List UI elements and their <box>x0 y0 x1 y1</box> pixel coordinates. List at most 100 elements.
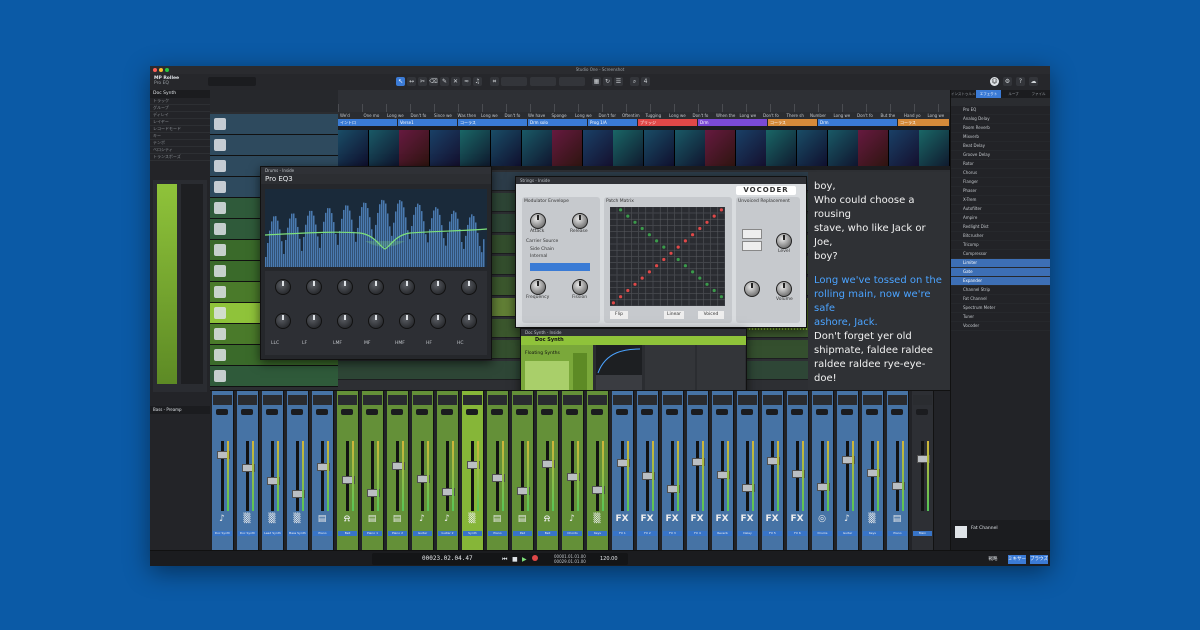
matrix-cell[interactable] <box>710 281 718 288</box>
matrix-cell[interactable] <box>717 237 726 245</box>
matrix-cell[interactable] <box>616 244 625 251</box>
channel-pan[interactable] <box>516 409 528 415</box>
matrix-cell[interactable] <box>681 212 690 220</box>
matrix-cell[interactable] <box>710 225 718 232</box>
inspector-row[interactable]: トラック <box>150 98 210 105</box>
matrix-cell[interactable] <box>667 281 675 288</box>
matrix-connection[interactable] <box>640 226 644 231</box>
channel-name[interactable]: Bass Synth <box>288 531 307 536</box>
matrix-cell[interactable] <box>674 299 682 307</box>
matrix-cell[interactable] <box>616 212 625 220</box>
matrix-cell[interactable] <box>674 219 682 226</box>
marker[interactable]: コーラス <box>768 119 817 126</box>
matrix-cell[interactable] <box>610 212 618 220</box>
channel-pan[interactable] <box>741 409 753 415</box>
lyric-word[interactable]: Long we <box>928 113 945 118</box>
settings-icon[interactable]: ⚙ <box>1003 77 1012 86</box>
browser-item[interactable]: Rotor <box>951 160 1050 169</box>
fader-track[interactable] <box>471 441 474 511</box>
matrix-cell[interactable] <box>660 262 668 269</box>
matrix-cell[interactable] <box>645 207 654 214</box>
fader-track[interactable] <box>596 441 599 511</box>
matrix-cell[interactable] <box>645 293 654 300</box>
inspector-row[interactable]: テンポ <box>150 140 210 147</box>
channel-pan[interactable] <box>616 409 628 415</box>
matrix-cell[interactable] <box>667 274 675 282</box>
timebase-dropdown[interactable] <box>530 77 556 86</box>
browser-item[interactable]: X-Trem <box>951 196 1050 205</box>
marker[interactable]: Verse1 <box>398 119 457 126</box>
lyric-word[interactable]: Don't fo <box>763 113 779 118</box>
channel-name[interactable]: FX 2 <box>638 531 657 536</box>
matrix-cell[interactable] <box>638 299 646 307</box>
mixer-channel[interactable]: ▒ Keys <box>862 391 884 551</box>
matrix-connection[interactable] <box>633 282 637 286</box>
matrix-cell[interactable] <box>660 231 668 238</box>
fission-knob[interactable] <box>572 279 588 295</box>
matrix-cell[interactable] <box>703 244 711 251</box>
matrix-cell[interactable] <box>717 219 726 226</box>
inspector-row[interactable]: グループ <box>150 105 210 112</box>
matrix-cell[interactable] <box>717 231 726 238</box>
matrix-cell[interactable] <box>681 281 690 288</box>
matrix-cell[interactable] <box>616 262 625 269</box>
grid-icon[interactable]: ▦ <box>592 77 601 86</box>
lyric-word[interactable]: Long we <box>387 113 404 118</box>
zoom-icon[interactable]: ⌕ <box>630 77 639 86</box>
fader-track[interactable] <box>521 441 524 511</box>
snap-dropdown[interactable] <box>559 77 585 86</box>
channel-name[interactable]: Doc Synth <box>213 531 232 536</box>
matrix-cell[interactable] <box>616 268 625 276</box>
matrix-cell[interactable] <box>667 219 675 226</box>
lyric-word[interactable]: Long we <box>740 113 757 118</box>
channel-name[interactable]: Delay <box>738 531 757 536</box>
matrix-cell[interactable] <box>631 237 639 245</box>
synth-preset[interactable]: Floating Synths <box>525 351 560 356</box>
channel-pan[interactable] <box>566 409 578 415</box>
zoom-level[interactable]: 4 <box>641 77 650 86</box>
channel-pan[interactable] <box>666 409 678 415</box>
channel-name[interactable]: Pad <box>513 531 532 536</box>
channel-name[interactable]: Drums <box>813 531 832 536</box>
matrix-cell[interactable] <box>653 231 661 238</box>
matrix-cell[interactable] <box>624 207 632 214</box>
matrix-cell[interactable] <box>638 219 646 226</box>
browser-tab[interactable]: インストゥルメント <box>951 90 976 98</box>
matrix-cell[interactable] <box>717 262 726 269</box>
fader-track[interactable] <box>621 441 624 511</box>
matrix-cell[interactable] <box>674 268 682 276</box>
matrix-cell[interactable] <box>610 244 618 251</box>
channel-pan[interactable] <box>641 409 653 415</box>
browser-item[interactable]: Compressor <box>951 250 1050 259</box>
matrix-cell[interactable] <box>645 212 654 220</box>
marker[interactable]: Drm <box>818 119 897 126</box>
matrix-cell[interactable] <box>717 212 726 220</box>
matrix-cell[interactable] <box>688 293 697 300</box>
matrix-cell[interactable] <box>717 274 726 282</box>
matrix-connection[interactable] <box>647 233 651 237</box>
matrix-connection[interactable] <box>705 220 709 224</box>
mixer-channel[interactable]: ▤ Piano <box>312 391 334 551</box>
eq-freq-knob[interactable] <box>337 313 353 329</box>
matrix-cell[interactable] <box>631 262 639 269</box>
channel-name[interactable]: Keys <box>863 531 882 536</box>
fader-track[interactable] <box>396 441 399 511</box>
matrix-cell[interactable] <box>624 250 632 257</box>
matrix-cell[interactable] <box>710 274 718 282</box>
fader-track[interactable] <box>246 441 249 511</box>
channel-pan[interactable] <box>241 409 253 415</box>
matrix-connection[interactable] <box>698 276 702 280</box>
browser-search[interactable] <box>951 98 1050 106</box>
matrix-cell[interactable] <box>688 250 697 257</box>
matrix-cell[interactable] <box>645 225 654 232</box>
matrix-cell[interactable] <box>667 231 675 238</box>
matrix-cell[interactable] <box>660 268 668 276</box>
linear-button[interactable]: Linear <box>664 311 684 319</box>
eq-gain-knob[interactable] <box>461 279 477 295</box>
matrix-cell[interactable] <box>616 274 625 282</box>
matrix-cell[interactable] <box>681 293 690 300</box>
paint-tool-icon[interactable]: ✎ <box>440 77 449 86</box>
channel-name[interactable]: Synth <box>463 531 482 536</box>
synth-envelope-display[interactable] <box>596 345 642 375</box>
matrix-connection[interactable] <box>633 220 637 224</box>
